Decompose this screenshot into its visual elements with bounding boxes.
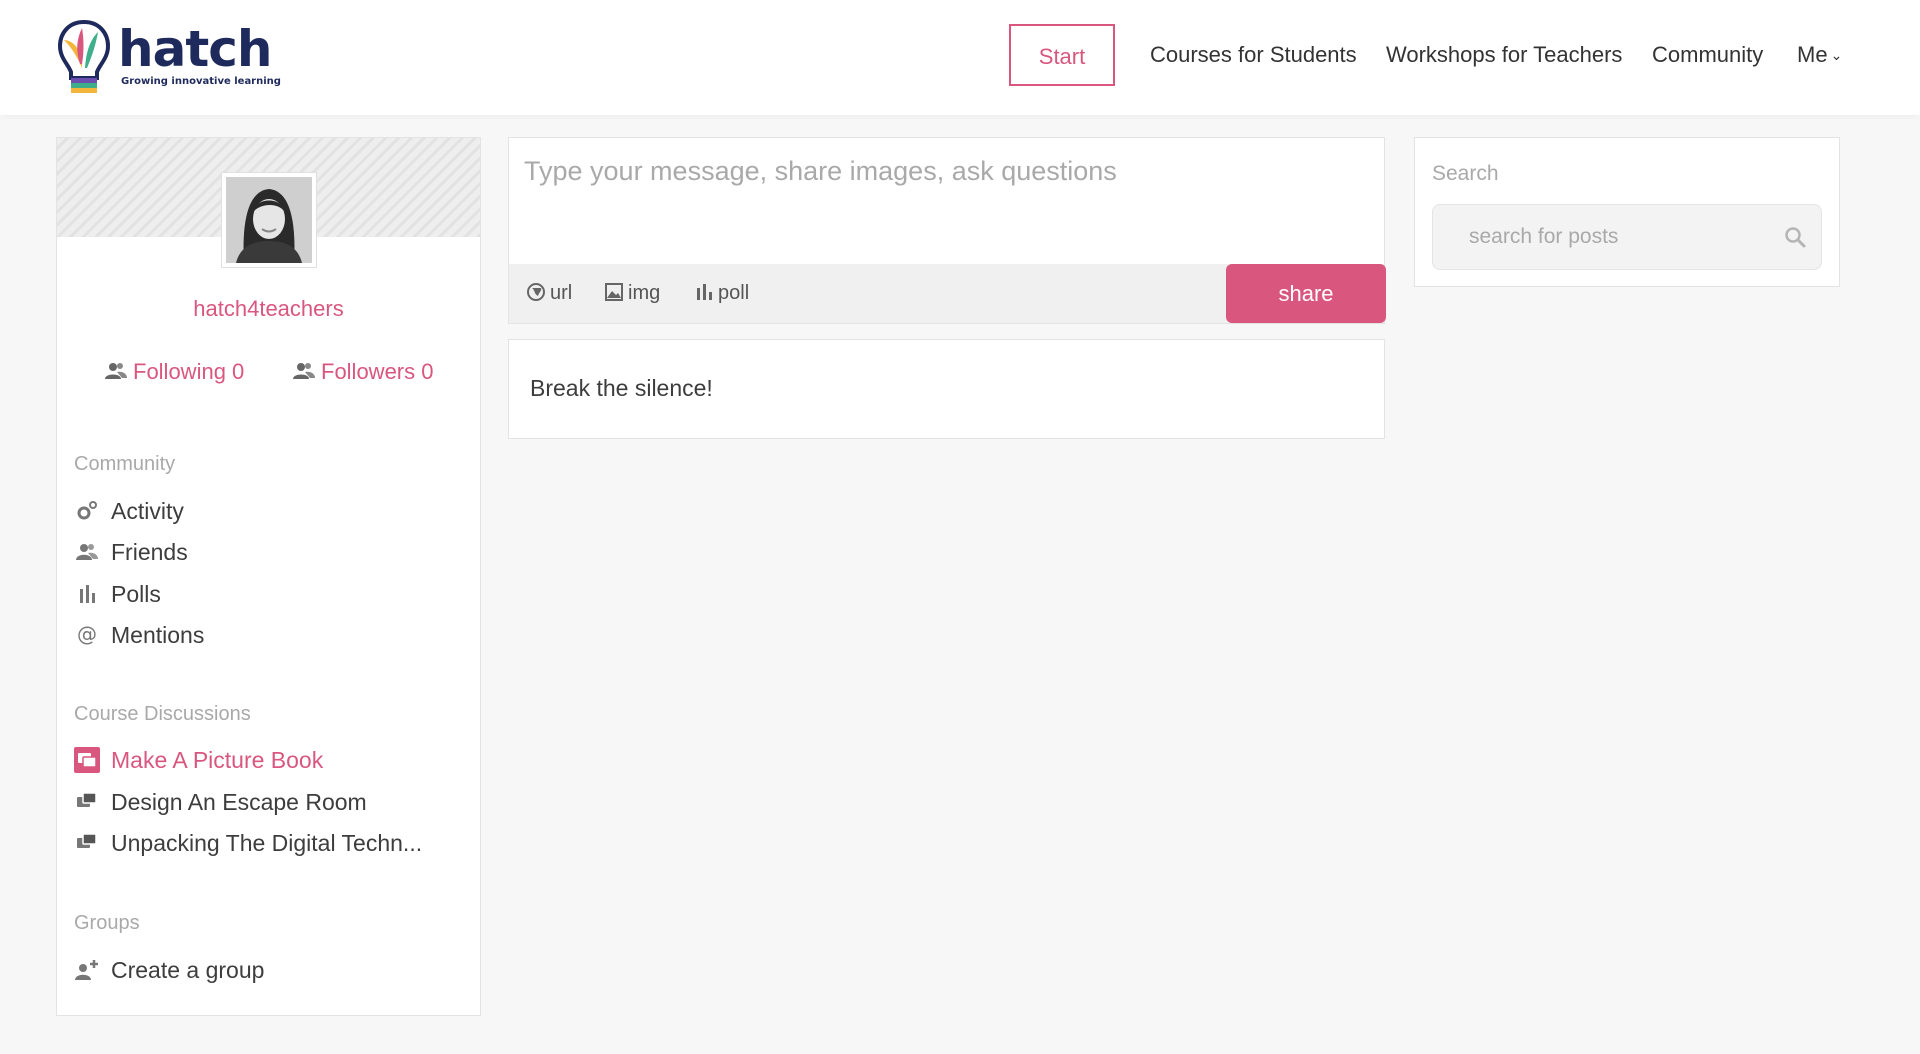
nav-me-dropdown[interactable]: Me ⌄ xyxy=(1797,24,1842,86)
following-count: Following 0 xyxy=(133,359,245,384)
url-label: url xyxy=(550,282,573,304)
profile-sidebar: hatch4teachers Following 0 Followers 0 C… xyxy=(56,137,481,1016)
search-icon[interactable] xyxy=(1783,225,1807,249)
bar-chart-icon xyxy=(697,284,712,300)
create-group-button[interactable]: Create a group xyxy=(74,954,264,986)
community-heading: Community xyxy=(74,453,176,475)
sidebar-item-mentions[interactable]: @ Mentions xyxy=(74,619,204,651)
sidebar-item-label: Make A Picture Book xyxy=(111,747,324,773)
sidebar-item-activity[interactable]: Activity xyxy=(74,495,184,527)
share-button[interactable]: share xyxy=(1226,264,1386,323)
at-icon: @ xyxy=(77,622,97,646)
sidebar-item-label: Friends xyxy=(111,539,188,565)
attach-url-button[interactable]: url xyxy=(526,264,572,323)
followers-link[interactable]: Followers 0 xyxy=(293,359,433,385)
course-discussions-heading: Course Discussions xyxy=(74,703,251,725)
search-heading: Search xyxy=(1432,162,1499,185)
poll-label: poll xyxy=(718,282,750,304)
chat-bubbles-icon xyxy=(77,792,97,807)
chat-bubbles-icon xyxy=(74,747,100,773)
nav-courses-for-students[interactable]: Courses for Students xyxy=(1150,24,1357,86)
post-composer: url img poll share xyxy=(508,137,1386,324)
add-user-icon xyxy=(75,960,98,980)
attach-image-button[interactable]: img xyxy=(604,264,660,323)
sidebar-item-label: Design An Escape Room xyxy=(111,789,367,815)
sidebar-item-label: Polls xyxy=(111,581,161,607)
sidebar-item-friends[interactable]: Friends xyxy=(74,536,188,568)
main-nav: Start Courses for Students Workshops for… xyxy=(0,24,1920,86)
chat-bubbles-icon xyxy=(77,833,97,848)
sidebar-item-label: Unpacking The Digital Techn... xyxy=(111,830,423,856)
users-icon xyxy=(105,363,127,379)
nav-me-label: Me xyxy=(1797,42,1828,67)
top-header: hatch Growing innovative learning Start … xyxy=(0,0,1920,115)
search-panel: Search xyxy=(1414,137,1840,287)
bar-chart-icon xyxy=(80,585,95,603)
nav-community[interactable]: Community xyxy=(1652,24,1763,86)
sidebar-item-unpacking-the-digital-techn[interactable]: Unpacking The Digital Techn... xyxy=(74,827,422,859)
image-icon xyxy=(605,283,623,301)
nav-workshops-for-teachers[interactable]: Workshops for Teachers xyxy=(1386,24,1622,86)
avatar[interactable] xyxy=(221,172,317,268)
sidebar-item-label: Activity xyxy=(111,498,184,524)
search-box xyxy=(1432,204,1822,270)
sidebar-item-label: Create a group xyxy=(111,957,265,983)
users-icon xyxy=(76,544,98,560)
empty-feed-message: Break the silence! xyxy=(530,375,713,401)
users-icon xyxy=(293,363,315,379)
globe-icon xyxy=(527,283,545,301)
img-label: img xyxy=(628,282,661,304)
sidebar-item-label: Mentions xyxy=(111,622,205,648)
nav-start[interactable]: Start xyxy=(1009,24,1115,86)
sidebar-item-polls[interactable]: Polls xyxy=(74,578,161,610)
svg-text:@: @ xyxy=(77,622,97,646)
empty-feed-card: Break the silence! xyxy=(508,339,1385,439)
gears-icon xyxy=(77,501,97,520)
chevron-down-icon: ⌄ xyxy=(1830,47,1843,63)
following-link[interactable]: Following 0 xyxy=(105,359,244,385)
followers-count: Followers 0 xyxy=(321,359,434,384)
avatar-photo xyxy=(226,177,312,263)
search-input[interactable] xyxy=(1433,205,1763,269)
groups-heading: Groups xyxy=(74,912,140,934)
profile-username[interactable]: hatch4teachers xyxy=(57,296,480,322)
attach-poll-button[interactable]: poll xyxy=(694,264,749,323)
message-input[interactable] xyxy=(509,138,1384,264)
sidebar-item-design-an-escape-room[interactable]: Design An Escape Room xyxy=(74,786,367,818)
sidebar-item-make-a-picture-book[interactable]: Make A Picture Book xyxy=(74,744,323,776)
composer-toolbar: url img poll share xyxy=(509,264,1386,323)
